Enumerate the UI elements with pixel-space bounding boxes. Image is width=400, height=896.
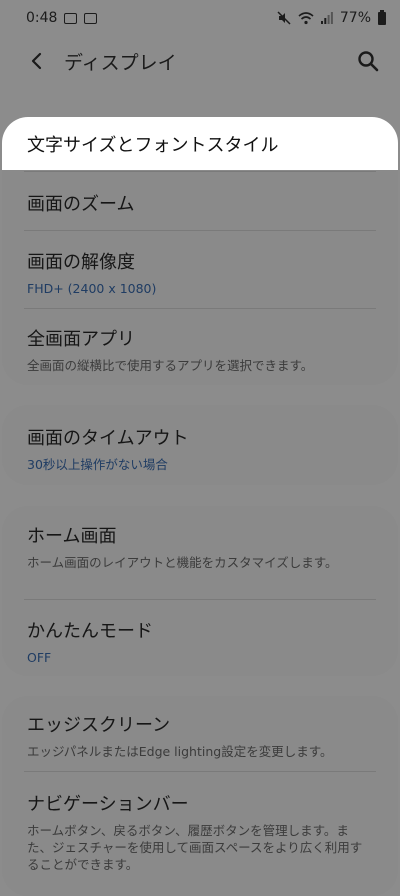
timeout-card: 画面のタイムアウト 30秒以上操作がない場合 <box>2 405 398 485</box>
search-button[interactable] <box>354 47 382 75</box>
status-left: 0:48 <box>26 10 98 26</box>
divider <box>24 599 376 600</box>
search-icon <box>358 51 379 72</box>
back-button[interactable] <box>22 47 50 75</box>
status-bar: 0:48 77% <box>0 0 400 36</box>
divider <box>24 771 376 772</box>
setting-title: 画面のズーム <box>27 194 135 215</box>
battery-icon <box>378 9 386 25</box>
app-bar: ディスプレイ <box>0 36 400 86</box>
setting-description: エッジパネルまたはEdge lighting設定を変更します。 <box>27 744 333 759</box>
home-card: ホーム画面 ホーム画面のレイアウトと機能をカスタマイズします。 かんたんモード … <box>2 506 398 676</box>
mute-icon <box>277 11 291 25</box>
gallery-notification-icon <box>64 12 78 24</box>
setting-home-screen[interactable]: ホーム画面 ホーム画面のレイアウトと機能をカスタマイズします。 <box>2 522 398 571</box>
setting-title: 画面の解像度 <box>27 252 135 273</box>
status-right: 77% <box>277 9 386 26</box>
wifi-icon <box>298 11 314 24</box>
app-notification-icon <box>84 12 98 24</box>
setting-fullscreen-apps[interactable]: 全画面アプリ 全画面の縦横比で使用するアプリを選択できます。 <box>2 325 398 374</box>
battery-percentage: 77% <box>339 10 371 26</box>
setting-screen-timeout[interactable]: 画面のタイムアウト 30秒以上操作がない場合 <box>2 424 398 473</box>
setting-description: ホームボタン、戻るボタン、履歴ボタンを管理します。また、ジェスチャーを使用して画… <box>27 823 363 872</box>
signal-icon <box>320 12 333 24</box>
setting-title: エッジスクリーン <box>27 715 171 736</box>
setting-title: 画面のタイムアウト <box>27 428 189 449</box>
edge-card: エッジスクリーン エッジパネルまたはEdge lighting設定を変更します。… <box>2 696 398 896</box>
setting-navigation-bar[interactable]: ナビゲーションバー ホームボタン、戻るボタン、履歴ボタンを管理します。また、ジェ… <box>2 790 398 873</box>
setting-resolution[interactable]: 画面の解像度 FHD+ (2400 x 1080) <box>2 248 398 297</box>
setting-title: かんたんモード <box>27 621 153 642</box>
setting-value: FHD+ (2400 x 1080) <box>27 281 157 296</box>
setting-title: ナビゲーションバー <box>27 794 189 815</box>
setting-easy-mode[interactable]: かんたんモード OFF <box>2 617 398 666</box>
setting-screen-zoom[interactable]: 画面のズーム <box>2 190 398 216</box>
setting-description: 全画面の縦横比で使用するアプリを選択できます。 <box>27 358 314 373</box>
divider <box>24 171 376 172</box>
divider <box>24 230 376 231</box>
divider <box>24 308 376 309</box>
setting-description: ホーム画面のレイアウトと機能をカスタマイズします。 <box>27 555 338 570</box>
setting-value: OFF <box>27 650 52 665</box>
page-title: ディスプレイ <box>64 51 177 74</box>
back-chevron-icon <box>31 52 42 70</box>
setting-edge-screen[interactable]: エッジスクリーン エッジパネルまたはEdge lighting設定を変更します。 <box>2 711 398 760</box>
status-time: 0:48 <box>26 10 58 26</box>
setting-title: 全画面アプリ <box>27 329 135 350</box>
setting-value: 30秒以上操作がない場合 <box>27 457 168 472</box>
setting-font-size-and-style[interactable]: 文字サイズとフォントスタイル <box>2 117 398 170</box>
setting-title: ホーム画面 <box>27 526 117 547</box>
setting-title: 文字サイズとフォントスタイル <box>27 134 279 156</box>
